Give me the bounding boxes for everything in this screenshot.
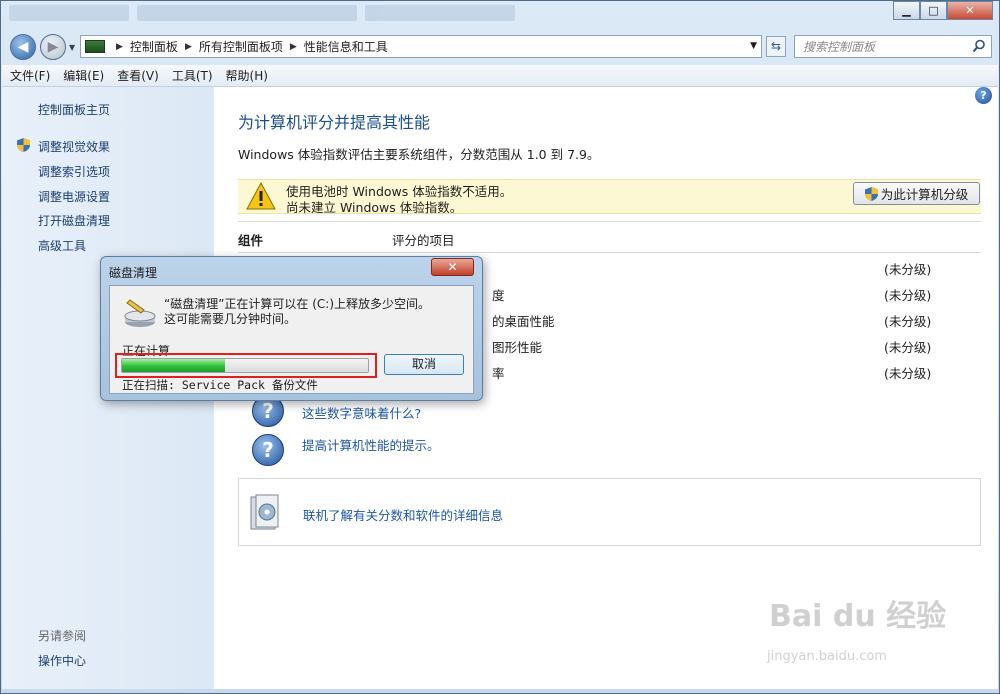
- rated-item-cell: 图形性能: [492, 340, 543, 355]
- dialog-title: 磁盘清理: [109, 266, 158, 280]
- address-dropdown-icon[interactable]: ▼: [750, 41, 757, 51]
- breadcrumb-separator-icon[interactable]: ▶: [116, 42, 123, 52]
- address-bar[interactable]: ▶ 控制面板 ▶ 所有控制面板项 ▶ 性能信息和工具 ▼: [80, 35, 762, 58]
- dialog-close-button[interactable]: ✕: [431, 258, 474, 276]
- see-also-label: 另请参阅: [38, 629, 87, 643]
- score-cell: (未分级): [884, 366, 932, 381]
- software-box-icon: [250, 494, 279, 530]
- rate-this-computer-button[interactable]: 为此计算机分级: [853, 182, 980, 205]
- warning-text-line2: 尚未建立 Windows 体验指数。: [286, 200, 463, 215]
- score-cell: (未分级): [884, 288, 932, 303]
- search-placeholder: 搜索控制面板: [803, 40, 876, 54]
- back-button[interactable]: ◀: [10, 34, 36, 60]
- search-input[interactable]: 搜索控制面板: [794, 35, 992, 58]
- page-title: 为计算机评分并提高其性能: [238, 113, 431, 132]
- sidebar-item-indexing[interactable]: 调整索引选项: [38, 163, 110, 180]
- divider: [238, 221, 981, 222]
- breadcrumb-separator-icon[interactable]: ▶: [185, 42, 192, 52]
- sidebar-action-center-link[interactable]: 操作中心: [38, 652, 86, 669]
- rated-item-cell: 度: [492, 288, 505, 303]
- recent-pages-dropdown-icon[interactable]: ▼: [69, 43, 75, 52]
- breadcrumb-separator-icon[interactable]: ▶: [290, 42, 297, 52]
- column-header-rated-items: 评分的项目: [392, 233, 455, 248]
- minimize-button[interactable]: ▁: [893, 1, 920, 20]
- scanning-status: 正在扫描: Service Pack 备份文件: [122, 378, 318, 392]
- rated-item-cell: 的桌面性能: [492, 314, 555, 329]
- red-highlight-box: [115, 353, 377, 378]
- refresh-icon[interactable]: ⇆: [766, 36, 786, 57]
- sidebar-item-visual-effects[interactable]: 调整视觉效果: [38, 138, 110, 155]
- breadcrumb-control-panel[interactable]: 控制面板: [130, 38, 178, 55]
- menu-file[interactable]: 文件(F): [10, 67, 50, 84]
- sidebar-item-advanced-tools[interactable]: 高级工具: [38, 237, 86, 254]
- warning-icon: [246, 182, 276, 210]
- menu-edit[interactable]: 编辑(E): [63, 67, 104, 84]
- breadcrumb-all-items[interactable]: 所有控制面板项: [199, 38, 283, 55]
- title-bar: ▁ □ ✕: [1, 1, 999, 29]
- sidebar-item-power[interactable]: 调整电源设置: [38, 188, 110, 205]
- cancel-button[interactable]: 取消: [384, 354, 464, 375]
- disk-cleanup-icon: [124, 299, 156, 327]
- forward-button[interactable]: ▶: [40, 34, 66, 60]
- close-button[interactable]: ✕: [947, 1, 993, 20]
- dialog-message-line2: 这可能需要几分钟时间。: [164, 312, 297, 326]
- search-icon[interactable]: [972, 39, 986, 53]
- score-cell: (未分级): [884, 340, 932, 355]
- online-info-box: 联机了解有关分数和软件的详细信息: [238, 478, 981, 546]
- menu-help[interactable]: 帮助(H): [226, 67, 268, 84]
- maximize-button[interactable]: □: [920, 1, 947, 20]
- sidebar-item-disk-cleanup[interactable]: 打开磁盘清理: [38, 212, 110, 229]
- rated-item-cell: 率: [492, 366, 505, 381]
- baidu-watermark-logo: Bai du 经验: [769, 599, 947, 634]
- what-numbers-mean-link[interactable]: 这些数字意味着什么?: [302, 403, 421, 422]
- column-header-component: 组件: [238, 233, 264, 248]
- menu-view[interactable]: 查看(V): [117, 67, 159, 84]
- score-cell: (未分级): [884, 262, 932, 277]
- rate-button-label: 为此计算机分级: [880, 187, 969, 202]
- control-panel-icon: [85, 40, 105, 53]
- score-cell: (未分级): [884, 314, 932, 329]
- uac-shield-icon: [17, 138, 30, 152]
- baidu-watermark-url: jingyan.baidu.com: [767, 649, 887, 664]
- battery-warning-banner: 使用电池时 Windows 体验指数不适用。 尚未建立 Windows 体验指数…: [238, 179, 981, 215]
- menu-tools[interactable]: 工具(T): [172, 67, 213, 84]
- page-description: Windows 体验指数评估主要系统组件，分数范围从 1.0 到 7.9。: [238, 147, 600, 162]
- disk-cleanup-dialog: 磁盘清理 ✕ “磁盘清理”正在计算可以在 (C:)上释放多少空间。 这可能需要几…: [100, 256, 483, 401]
- online-info-link[interactable]: 联机了解有关分数和软件的详细信息: [303, 505, 503, 524]
- divider: [238, 252, 981, 253]
- navigation-bar: ◀ ▶ ▼ ▶ 控制面板 ▶ 所有控制面板项 ▶ 性能信息和工具 ▼ ⇆ 搜索控…: [1, 31, 999, 63]
- dialog-body: “磁盘清理”正在计算可以在 (C:)上释放多少空间。 这可能需要几分钟时间。 正…: [109, 285, 474, 394]
- uac-shield-icon: [864, 186, 878, 201]
- sidebar-home-link[interactable]: 控制面板主页: [38, 101, 110, 118]
- help-icon[interactable]: ?: [975, 87, 992, 104]
- performance-tips-link[interactable]: 提高计算机性能的提示。: [302, 435, 440, 454]
- breadcrumb-performance[interactable]: 性能信息和工具: [304, 38, 388, 55]
- question-icon: ?: [252, 434, 284, 466]
- background-taskbar-ghost: [9, 5, 515, 23]
- menu-bar: 文件(F) 编辑(E) 查看(V) 工具(T) 帮助(H): [2, 65, 998, 87]
